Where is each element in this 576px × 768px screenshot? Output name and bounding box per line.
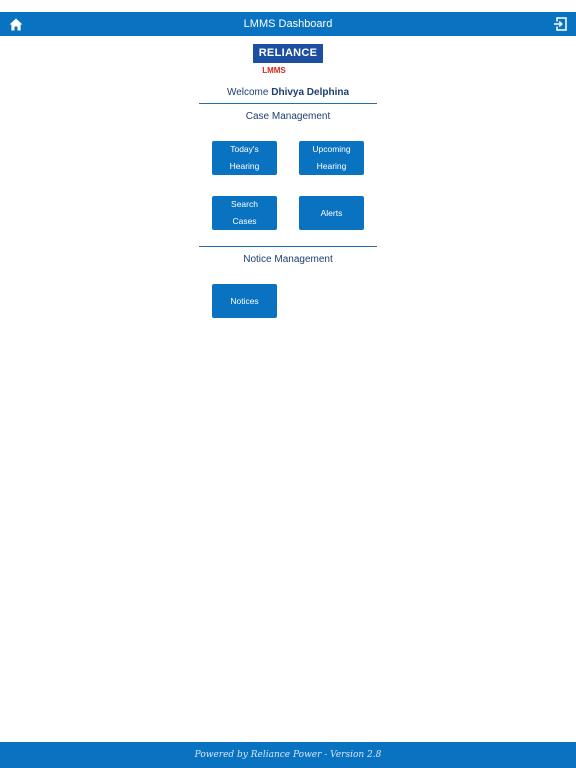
alerts-label: Alerts xyxy=(320,207,343,218)
todays-hearing-label: Today's Hearing xyxy=(229,144,260,171)
logout-button[interactable] xyxy=(550,15,570,33)
footer-bar: Powered by Reliance Power - Version 2.8 xyxy=(0,742,576,768)
home-button[interactable] xyxy=(6,15,26,33)
home-icon xyxy=(9,18,23,30)
logout-icon xyxy=(554,17,567,31)
page-title: LMMS Dashboard xyxy=(243,18,333,30)
dashboard-screen: LMMS Dashboard RELIANCE LMMS Welcome Dhi… xyxy=(0,0,576,768)
notice-management-title: Notice Management xyxy=(243,254,333,265)
footer-version-text: Powered by Reliance Power - Version 2.8 xyxy=(194,750,382,760)
logo-product: LMMS xyxy=(262,66,286,75)
divider xyxy=(199,103,377,104)
logo-brand: RELIANCE xyxy=(253,44,323,63)
status-bar xyxy=(0,0,576,12)
search-cases-button[interactable]: Search Cases xyxy=(212,196,277,230)
alerts-button[interactable]: Alerts xyxy=(299,196,364,230)
reliance-lmms-logo: RELIANCE LMMS xyxy=(253,44,323,76)
notices-button[interactable]: Notices xyxy=(212,284,277,318)
upcoming-hearing-label: Upcoming Hearing xyxy=(312,144,351,171)
case-management-title: Case Management xyxy=(245,111,331,122)
welcome-prefix: Welcome xyxy=(226,87,269,98)
user-name: Dhivya Delphina xyxy=(271,87,350,98)
upcoming-hearing-button[interactable]: Upcoming Hearing xyxy=(299,141,364,175)
welcome-message: Welcome Dhivya Delphina xyxy=(199,86,377,100)
notices-label: Notices xyxy=(230,295,259,306)
search-cases-label: Search Cases xyxy=(231,199,258,226)
top-nav-bar: LMMS Dashboard xyxy=(0,12,576,36)
divider xyxy=(199,246,377,247)
todays-hearing-button[interactable]: Today's Hearing xyxy=(212,141,277,175)
